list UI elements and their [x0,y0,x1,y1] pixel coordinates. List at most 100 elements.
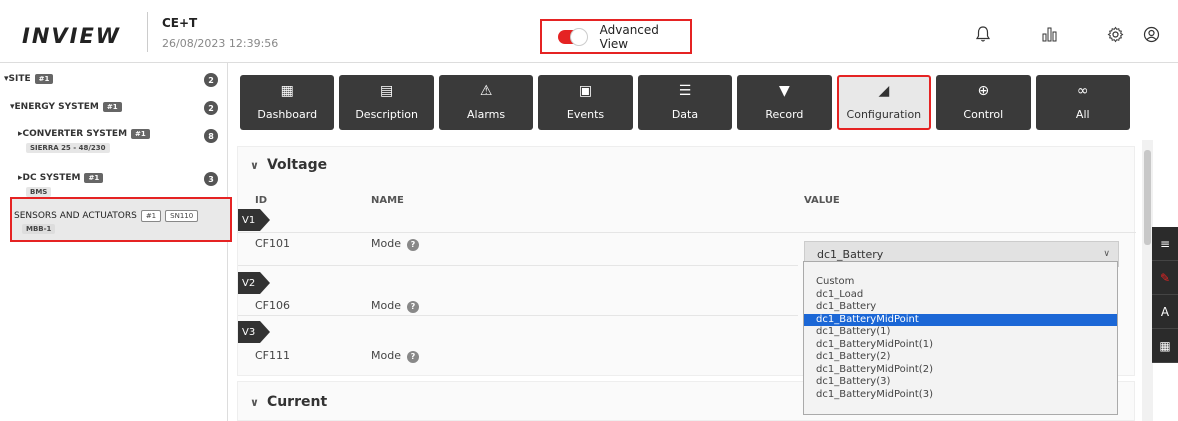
id-badge: #1 [102,102,122,112]
bell-icon[interactable] [974,25,992,43]
row-name: Mode [371,299,401,312]
row-id: CF101 [255,237,291,250]
toggle-knob [569,27,588,46]
dropdown-option[interactable]: dc1_Battery [804,301,1117,314]
row-divider [238,232,1136,233]
button-label: Configuration [846,108,922,121]
events-button[interactable]: ▣ Events [538,75,633,130]
dropdown-option[interactable]: dc1_Battery(2) [804,351,1117,364]
help-icon[interactable]: ? [406,239,419,251]
row-id: CF106 [255,299,291,312]
current-section-header[interactable]: ∨ Current [250,394,327,410]
serial-badge: SN110 [165,210,199,222]
dropdown-option[interactable]: Custom [804,276,1117,289]
count-badge: 2 [204,101,218,115]
infinity-icon: ∞ [1076,83,1089,99]
button-label: All [1075,108,1090,121]
advanced-view-label: Advanced View [599,22,659,51]
inview-logo[interactable]: INVIEW [22,24,121,48]
row-divider [238,265,798,266]
count-badge: 8 [204,129,218,143]
grid-icon[interactable]: ▦ [1152,329,1178,363]
button-label: Record [765,108,804,121]
tree-item-energy-system[interactable]: ▾ ENERGY SYSTEM #1 [10,102,122,112]
model-badge: MBB-1 [22,224,56,234]
id-badge: #1 [140,210,162,222]
id-badge: #1 [34,74,54,84]
dropdown-option[interactable]: dc1_Battery(3) [804,376,1117,389]
tree-item-converter-system[interactable]: ▸ CONVERTER SYSTEM #1 [18,129,150,139]
dropdown-option-highlighted[interactable]: dc1_BatteryMidPoint [804,313,1117,326]
tree-label: ENERGY SYSTEM [14,102,99,112]
dashboard-icon: ▦ [280,83,294,99]
button-label: Data [671,108,699,121]
description-button[interactable]: ▤ Description [339,75,434,130]
chevron-down-icon: ∨ [250,158,259,172]
record-icon: ▼ [779,83,790,99]
button-label: Events [566,108,605,121]
pencil-icon[interactable]: ✎ [1152,261,1178,295]
dropdown-option[interactable]: dc1_Load [804,289,1117,302]
site-datetime: 26/08/2023 12:39:56 [162,37,279,50]
control-icon: ⊕ [977,83,990,99]
section-title: Voltage [266,157,328,173]
id-badge: #1 [131,129,150,139]
chart-bars-icon[interactable] [1040,25,1058,43]
data-button[interactable]: ☰ Data [637,75,733,130]
mode-dropdown-list: Custom dc1_Load dc1_Battery dc1_BatteryM… [803,261,1118,415]
scrollbar-thumb[interactable] [1144,150,1151,245]
alarms-button[interactable]: ⚠ Alarms [438,75,534,130]
voltage-section-header[interactable]: ∨ Voltage [250,157,327,173]
dropdown-option[interactable]: dc1_BatteryMidPoint(1) [804,339,1117,352]
configuration-button[interactable]: ◢ Configuration [836,75,932,130]
v1-tag: V1 [238,209,270,231]
spellcheck-icon[interactable]: A [1152,295,1178,329]
dashboard-button[interactable]: ▦ Dashboard [240,75,335,130]
configuration-icon: ◢ [878,83,890,99]
row-divider [238,315,798,316]
all-button[interactable]: ∞ All [1035,75,1130,130]
view-toolbar: ▦ Dashboard ▤ Description ⚠ Alarms ▣ Eve… [240,75,1135,130]
count-badge: 2 [204,73,218,87]
chevron-down-icon: ∨ [1103,249,1110,259]
id-badge: #1 [84,173,104,183]
dropdown-option[interactable]: dc1_BatteryMidPoint(2) [804,364,1117,377]
section-title: Current [266,394,328,410]
model-badge: SIERRA 25 - 48/230 [26,143,110,153]
help-icon[interactable]: ? [406,301,419,313]
row-id: CF111 [255,349,291,362]
advanced-view-toggle[interactable]: Advanced View [540,19,692,54]
alarm-icon: ⚠ [479,83,493,99]
chevron-down-icon: ∨ [250,395,259,409]
dropdown-option[interactable]: dc1_Battery(1) [804,326,1117,339]
sensors-actuators-label-row: SENSORS AND ACTUATORS #1 SN110 [14,210,199,222]
row-name-cell: Mode? [371,237,419,251]
button-label: Dashboard [257,108,318,121]
button-label: Alarms [467,108,506,121]
control-button[interactable]: ⊕ Control [936,75,1031,130]
gear-icon[interactable] [1106,25,1124,43]
column-header-name: NAME [371,195,404,206]
tree-label: SITE [8,74,31,84]
tree-item-dc-system[interactable]: ▸ DC SYSTEM #1 [18,173,104,183]
model-badge: BMS [26,187,52,197]
calendar-icon: ▣ [578,83,593,99]
v3-tag: V3 [238,321,270,343]
user-icon[interactable] [1142,25,1160,43]
configuration-content: ∨ Voltage ID NAME VALUE V1 CF101 Mode? V… [237,140,1136,421]
column-header-value: VALUE [804,195,840,206]
toggle-switch[interactable] [558,27,588,46]
data-icon: ☰ [678,83,692,99]
tree-label: CONVERTER SYSTEM [22,129,128,139]
help-icon[interactable]: ? [406,351,419,363]
tree-item-site[interactable]: ▾ SITE #1 [4,74,54,84]
filter-icon[interactable]: ≡ [1152,227,1178,261]
record-button[interactable]: ▼ Record [737,75,832,130]
dropdown-option[interactable]: dc1_BatteryMidPoint(3) [804,389,1117,402]
select-value: dc1_Battery [817,247,884,261]
button-label: Control [963,108,1004,121]
row-name: Mode [371,349,401,362]
floating-toolbar: ≡ ✎ A ▦ [1152,227,1178,363]
count-badge: 3 [204,172,218,186]
top-header: INVIEW CE+T 26/08/2023 12:39:56 Advanced… [0,0,1178,63]
